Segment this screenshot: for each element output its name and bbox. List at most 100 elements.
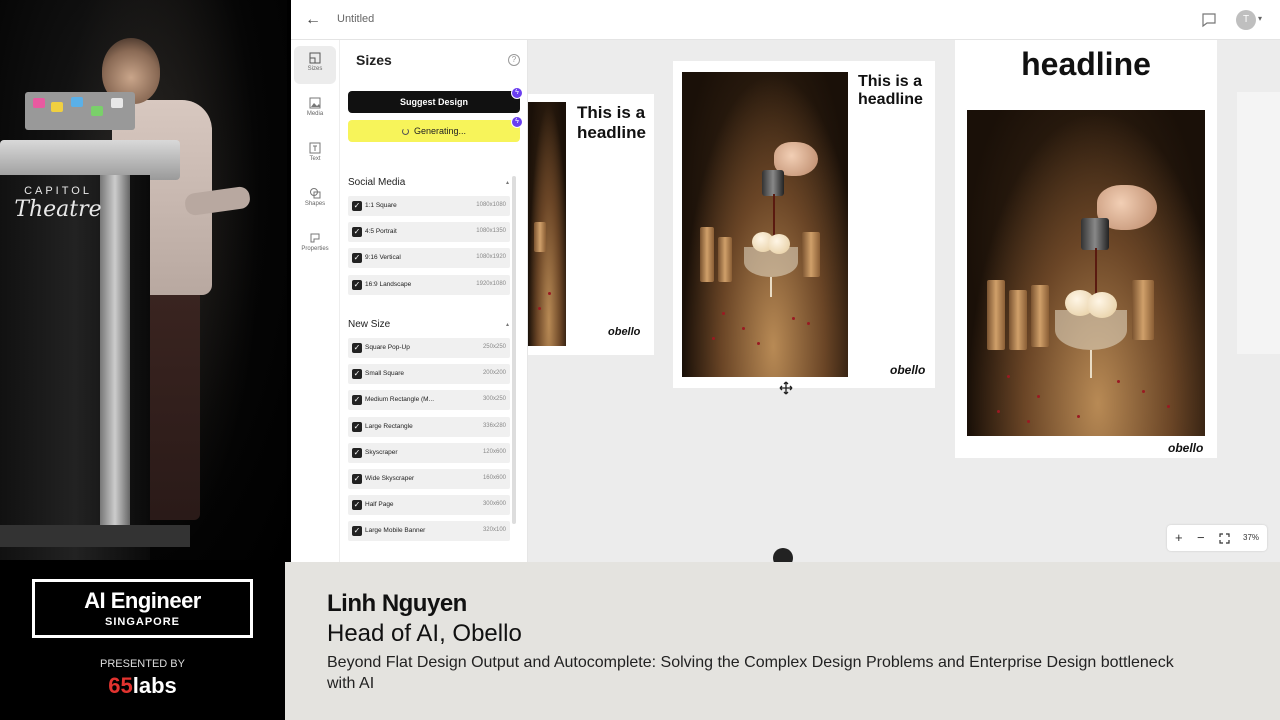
avatar[interactable]: T [1236, 10, 1256, 30]
checkbox-checked-icon[interactable]: ✓ [352, 201, 362, 211]
checkbox-checked-icon[interactable]: ✓ [352, 421, 362, 432]
event-location: SINGAPORE [104, 616, 180, 628]
laptop [25, 92, 135, 130]
size-name: Square Pop-Up [365, 344, 410, 351]
checkbox-checked-icon[interactable]: ✓ [352, 447, 362, 458]
size-dimensions: 1920x1080 [476, 280, 506, 287]
size-dimensions: 1080x1350 [476, 228, 506, 235]
sponsor-word: labs [132, 673, 177, 698]
section-new-size[interactable]: New Size [348, 319, 390, 330]
size-option-row[interactable]: ✓ Small Square 200x200 [348, 364, 510, 385]
zoom-level[interactable]: 37% [1243, 533, 1259, 542]
assistant-button[interactable] [773, 548, 793, 562]
headline-text[interactable]: headline [955, 46, 1217, 83]
size-name: Small Square [365, 370, 405, 378]
artboard-9-16-vertical[interactable]: headline obello [955, 40, 1217, 458]
back-arrow-icon[interactable]: ← [305, 11, 323, 29]
top-bar: ← Untitled T ▾ [291, 0, 1280, 40]
size-name: 9:16 Vertical [365, 254, 401, 262]
panel-title: Sizes [356, 52, 392, 68]
size-option-row[interactable]: ✓ 16:9 Landscape 1920x1080 [348, 274, 510, 295]
checkbox-checked-icon[interactable]: ✓ [352, 227, 362, 238]
chevron-up-icon[interactable]: ▴ [506, 179, 509, 186]
checkbox-checked-icon[interactable]: ✓ [352, 253, 362, 264]
podium-stand [100, 175, 130, 535]
size-name: Large Mobile Banner [365, 527, 426, 535]
rail-item-text[interactable]: Text [294, 136, 336, 174]
bolt-icon: ϟ [511, 116, 523, 128]
size-option-row[interactable]: ✓ 9:16 Vertical 1080x1920 [348, 248, 510, 269]
suggest-design-button[interactable]: Suggest Design [348, 91, 520, 113]
artboard-9-16-partial[interactable]: This is a headline obello [528, 94, 654, 355]
size-name: Medium Rectangle (M... [365, 396, 434, 404]
section-social-media[interactable]: Social Media [348, 177, 405, 188]
sponsor-number: 65 [108, 673, 133, 698]
size-option-row[interactable]: ✓ Skyscraper 120x600 [348, 442, 510, 463]
rail-item-shapes[interactable]: Shapes [294, 181, 336, 219]
event-branding: AI Engineer SINGAPORE PRESENTED BY 65lab… [0, 562, 285, 720]
size-option-row[interactable]: ✓ Large Rectangle 336x280 [348, 416, 510, 437]
headline-text[interactable]: This is a headline [858, 73, 933, 110]
checkbox-checked-icon[interactable]: ✓ [352, 369, 362, 380]
size-name: Skyscraper [365, 448, 398, 456]
size-dimensions: 120x600 [482, 448, 506, 455]
presented-by: PRESENTED BY [100, 658, 185, 670]
checkbox-checked-icon[interactable]: ✓ [352, 526, 362, 537]
rail-item-sizes[interactable]: Sizes [294, 46, 336, 84]
size-dimensions: 1080x1080 [476, 202, 506, 208]
generating-label: Generating... [413, 126, 467, 136]
panel-scrollbar[interactable] [512, 176, 516, 524]
size-option-row[interactable]: ✓ Medium Rectangle (M... 300x250 [348, 390, 510, 411]
chevron-up-icon[interactable]: ▴ [506, 321, 509, 328]
size-dimensions: 250x250 [482, 344, 506, 350]
checkbox-checked-icon[interactable]: ✓ [352, 474, 362, 484]
checkbox-checked-icon[interactable]: ✓ [352, 343, 362, 353]
sizes-panel: Sizes ? Suggest Design ϟ Generating... ϟ… [340, 40, 528, 562]
move-icon[interactable] [779, 381, 793, 395]
rail-item-media[interactable]: Media [294, 91, 336, 129]
size-option-row[interactable]: ✓ 1:1 Square 1080x1080 [348, 196, 510, 216]
rail-label: Media [306, 111, 324, 117]
checkbox-checked-icon[interactable]: ✓ [352, 279, 362, 290]
speaker-video: CAPITOL Theatre [0, 0, 287, 560]
size-option-row[interactable]: ✓ 4:5 Portrait 1080x1350 [348, 222, 510, 243]
checkbox-checked-icon[interactable]: ✓ [352, 395, 362, 406]
rail-item-properties[interactable]: Properties [294, 226, 336, 264]
checkbox-checked-icon[interactable]: ✓ [352, 500, 362, 511]
size-name: Large Rectangle [365, 422, 413, 430]
zoom-out-icon[interactable]: − [1197, 530, 1205, 545]
sponsor-logo: 65labs [0, 673, 285, 699]
size-dimensions: 1080x1920 [476, 254, 506, 261]
size-dimensions: 200x200 [482, 370, 506, 377]
product-photo [682, 72, 848, 377]
tool-rail: Sizes Media Text Shapes Properties [291, 40, 340, 562]
speaker-role: Head of AI, Obello [327, 620, 522, 647]
size-option-row[interactable]: ✓ Wide Skyscraper 160x600 [348, 469, 510, 489]
chevron-down-icon[interactable]: ▾ [1258, 14, 1262, 23]
fit-screen-icon[interactable] [1219, 533, 1230, 544]
rail-label: Properties [301, 246, 329, 252]
size-option-row[interactable]: ✓ Half Page 300x600 [348, 495, 510, 516]
artboard-4-5-portrait[interactable]: This is a headline obello [673, 61, 935, 388]
document-title[interactable]: Untitled [337, 13, 374, 25]
artboard-partial-right[interactable] [1237, 92, 1280, 354]
product-photo [528, 102, 566, 346]
product-photo [967, 110, 1205, 436]
size-option-row[interactable]: ✓ Square Pop-Up 250x250 [348, 338, 510, 358]
headline-text[interactable]: This is a headline [577, 103, 651, 142]
size-name: Half Page [365, 501, 394, 509]
help-icon[interactable]: ? [508, 54, 520, 66]
size-name: Wide Skyscraper [365, 475, 415, 482]
size-option-row[interactable]: ✓ Large Mobile Banner 320x100 [348, 521, 510, 542]
podium-top [0, 140, 180, 180]
generating-button[interactable]: Generating... [348, 120, 520, 142]
zoom-in-icon[interactable]: + [1175, 530, 1183, 545]
event-logo: AI Engineer SINGAPORE [32, 579, 253, 638]
podium-logo: CAPITOL Theatre [8, 185, 108, 222]
speaker-name: Linh Nguyen [327, 590, 467, 617]
size-name: 4:5 Portrait [365, 228, 397, 236]
talk-title: Beyond Flat Design Output and Autocomple… [327, 654, 1174, 692]
rail-label: Text [309, 156, 321, 162]
comment-icon[interactable] [1201, 12, 1217, 28]
shapes-icon [310, 188, 321, 199]
